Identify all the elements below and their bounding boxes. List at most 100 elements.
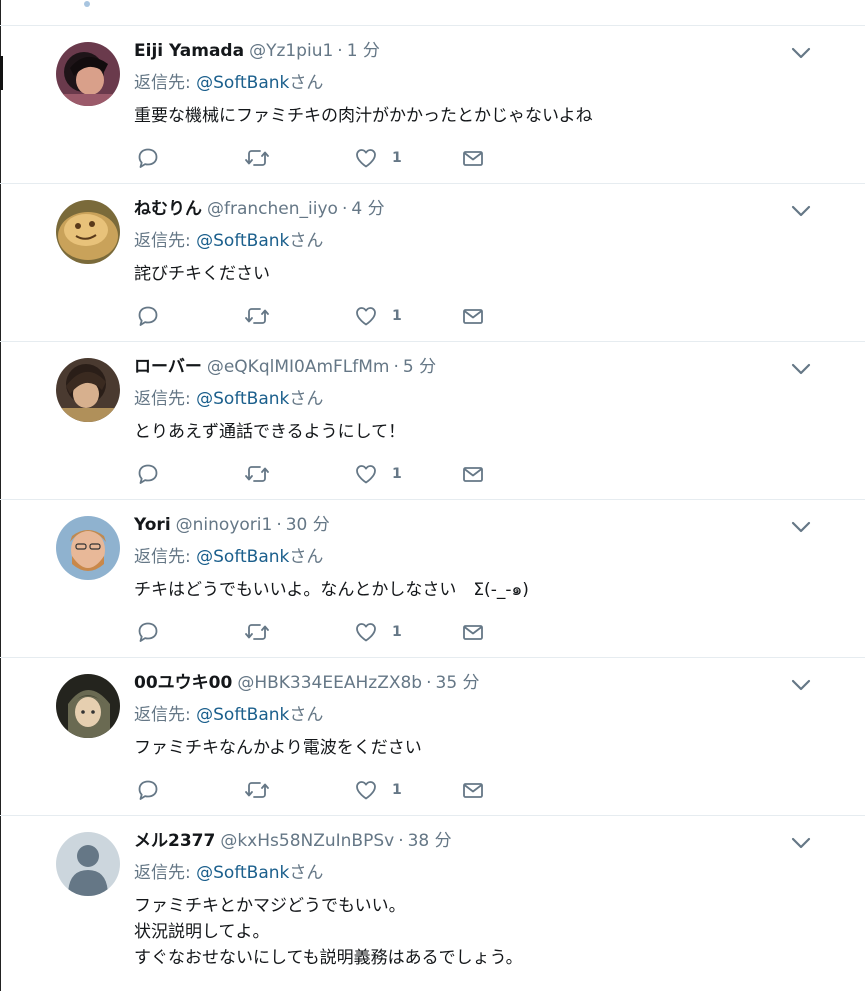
tweet[interactable]: Eiji Yamada @Yz1piu1 · 1 分 返信先: @SoftBankさん… [0, 26, 865, 184]
avatar-photo-icon [56, 674, 120, 738]
retweet-button[interactable] [244, 462, 270, 486]
like-button[interactable]: 1 [354, 304, 402, 328]
user-handle[interactable]: @HBK334EEAHzZX8b [237, 673, 422, 693]
like-count: 1 [392, 782, 402, 798]
reply-feed: Eiji Yamada @Yz1piu1 · 1 分 返信先: @SoftBankさん… [0, 26, 865, 996]
tweet-text-line: チキはどうでもいいよ。なんとかしなさい Σ(-_-๑) [134, 580, 529, 600]
chevron-down-icon[interactable] [790, 204, 812, 218]
retweet-button[interactable] [244, 778, 270, 802]
avatar[interactable] [56, 42, 120, 106]
envelope-icon [463, 151, 483, 166]
direct-message-button[interactable] [461, 620, 485, 644]
chevron-down-icon[interactable] [790, 836, 812, 850]
like-button[interactable]: 1 [354, 462, 402, 486]
reply-context: 返信先: @SoftBankさん [134, 703, 323, 727]
mention-link[interactable]: @SoftBank [196, 863, 289, 883]
display-name[interactable]: 00ユウキ00 [134, 673, 232, 693]
thread-connector-dot [84, 1, 90, 7]
display-name[interactable]: Yori [134, 515, 171, 535]
tweet-text-line: 重要な機械にファミチキの肉汁がかかったとかじゃないよね [134, 106, 593, 126]
timestamp[interactable]: 30 分 [286, 515, 330, 535]
user-handle[interactable]: @franchen_iiyo [207, 199, 338, 219]
mention-link[interactable]: @SoftBank [196, 389, 289, 409]
like-count: 1 [392, 308, 402, 324]
retweet-button[interactable] [244, 304, 270, 328]
action-bar: 1 [136, 462, 496, 486]
tweet-header: ねむりん @franchen_iiyo · 4 分 [134, 199, 385, 219]
avatar[interactable] [56, 674, 120, 738]
reply-prefix: 返信先: [134, 73, 197, 93]
avatar[interactable] [56, 200, 120, 264]
timestamp[interactable]: 4 分 [351, 199, 384, 219]
reply-context: 返信先: @SoftBankさん [134, 545, 323, 569]
tweet-header: メル2377 @kxHs58NZuInBPSv · 38 分 [134, 831, 452, 851]
reply-suffix: さん [289, 547, 324, 567]
heart-icon [356, 149, 376, 168]
tweet[interactable]: ねむりん @franchen_iiyo · 4 分 返信先: @SoftBankさん … [0, 184, 865, 342]
tweet-header: Eiji Yamada @Yz1piu1 · 1 分 [134, 41, 380, 61]
user-handle[interactable]: @eQKqlMI0AmFLfMm [207, 357, 390, 377]
user-handle[interactable]: @Yz1piu1 [249, 41, 333, 61]
like-count: 1 [392, 624, 402, 640]
envelope-icon [463, 309, 483, 324]
like-button[interactable]: 1 [354, 778, 402, 802]
display-name[interactable]: メル2377 [134, 831, 215, 851]
reply-prefix: 返信先: [134, 705, 197, 725]
tweet-text: チキはどうでもいいよ。なんとかしなさい Σ(-_-๑) [134, 577, 529, 603]
display-name[interactable]: ローバー [134, 357, 202, 377]
avatar[interactable] [56, 358, 120, 422]
tweet-text-line: すぐなおせないにしても説明義務はあるでしょう。 [134, 948, 523, 968]
reply-button[interactable] [136, 778, 160, 802]
direct-message-button[interactable] [461, 146, 485, 170]
chevron-down-icon[interactable] [790, 678, 812, 692]
timestamp[interactable]: 35 分 [436, 673, 480, 693]
tweet-header: ローバー @eQKqlMI0AmFLfMm · 5 分 [134, 357, 437, 377]
retweet-button[interactable] [244, 146, 270, 170]
retweet-icon [245, 466, 269, 482]
reply-button[interactable] [136, 146, 160, 170]
avatar[interactable] [56, 832, 120, 896]
like-button[interactable]: 1 [354, 620, 402, 644]
mention-link[interactable]: @SoftBank [196, 705, 289, 725]
reply-button[interactable] [136, 462, 160, 486]
reply-context: 返信先: @SoftBankさん [134, 387, 323, 411]
direct-message-button[interactable] [461, 462, 485, 486]
mention-link[interactable]: @SoftBank [196, 73, 289, 93]
mention-link[interactable]: @SoftBank [196, 547, 289, 567]
tweet[interactable]: Yori @ninoyori1 · 30 分 返信先: @SoftBankさん チキは… [0, 500, 865, 658]
user-handle[interactable]: @ninoyori1 [176, 515, 273, 535]
envelope-icon [463, 467, 483, 482]
chevron-down-icon[interactable] [790, 362, 812, 376]
reply-context: 返信先: @SoftBankさん [134, 71, 323, 95]
retweet-icon [245, 150, 269, 166]
tweet-text: とりあえず通話できるようにして！ [134, 419, 405, 445]
tweet-header: Yori @ninoyori1 · 30 分 [134, 515, 330, 535]
reply-prefix: 返信先: [134, 547, 197, 567]
tweet[interactable]: メル2377 @kxHs58NZuInBPSv · 38 分 返信先: @SoftBa… [0, 816, 865, 996]
chevron-down-icon[interactable] [790, 46, 812, 60]
user-handle[interactable]: @kxHs58NZuInBPSv [220, 831, 394, 851]
retweet-icon [245, 624, 269, 640]
heart-icon [356, 465, 376, 484]
chevron-down-icon[interactable] [790, 520, 812, 534]
like-button[interactable]: 1 [354, 146, 402, 170]
tweet[interactable]: 00ユウキ00 @HBK334EEAHzZX8b · 35 分 返信先: @SoftB… [0, 658, 865, 816]
reply-button[interactable] [136, 304, 160, 328]
reply-prefix: 返信先: [134, 231, 197, 251]
tweet-text: 詫びチキください [134, 261, 270, 287]
display-name[interactable]: ねむりん [134, 199, 202, 219]
direct-message-button[interactable] [461, 778, 485, 802]
tweet-text: ファミチキとかマジどうでもいい。 状況説明してよ。 すぐなおせないにしても説明義… [134, 893, 523, 971]
direct-message-button[interactable] [461, 304, 485, 328]
tweet[interactable]: ローバー @eQKqlMI0AmFLfMm · 5 分 返信先: @SoftBankさ… [0, 342, 865, 500]
envelope-icon [463, 783, 483, 798]
avatar[interactable] [56, 516, 120, 580]
mention-link[interactable]: @SoftBank [196, 231, 289, 251]
timestamp[interactable]: 5 分 [403, 357, 436, 377]
retweet-button[interactable] [244, 620, 270, 644]
avatar-photo-icon [56, 358, 120, 422]
reply-button[interactable] [136, 620, 160, 644]
timestamp[interactable]: 38 分 [408, 831, 452, 851]
timestamp[interactable]: 1 分 [347, 41, 380, 61]
display-name[interactable]: Eiji Yamada [134, 41, 244, 61]
